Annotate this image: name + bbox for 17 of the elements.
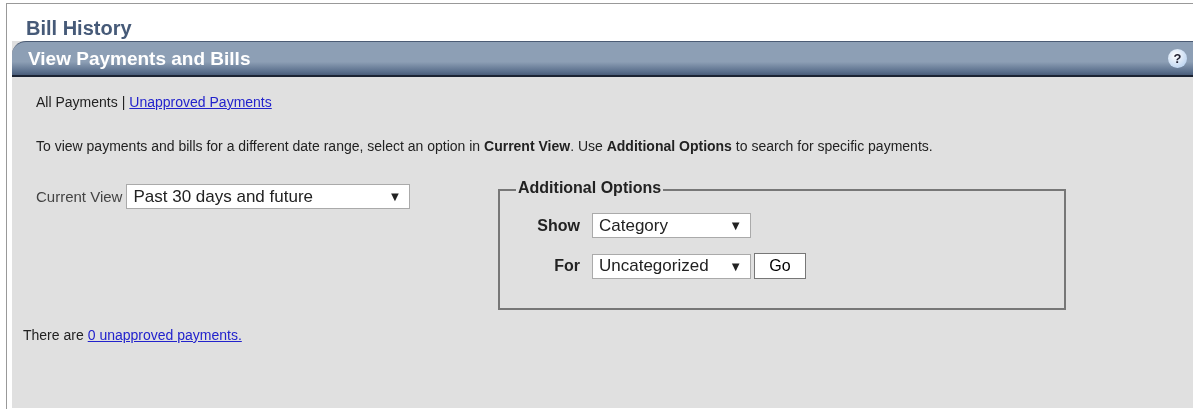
field-label: Show [536,216,581,235]
view-label: All Payments [36,94,118,110]
group-legend: Additional Options [516,179,664,197]
field-label: Current View [36,188,123,205]
unapproved-link[interactable]: 0 unapproved payments. [87,327,242,343]
go-button[interactable]: Go [754,253,806,279]
field-label: For [553,257,581,275]
separator: | [121,94,126,110]
panel-title: View Payments and Bills [28,47,251,70]
view-link[interactable]: Unapproved Payments [129,94,272,110]
page-title: Bill History [25,16,133,41]
dropdown[interactable]: Uncategorized ▼ [592,253,751,279]
footer-text: There are [23,327,84,343]
dropdown[interactable]: Past 30 days and future ▼ [126,184,411,209]
help-icon[interactable]: ? [1168,49,1187,68]
dropdown[interactable]: Category ▼ [592,213,751,238]
instructions: To view payments and bills for a different date range, select an option in Current View. Use Additional Options to search for specific payments. [36,137,934,156]
